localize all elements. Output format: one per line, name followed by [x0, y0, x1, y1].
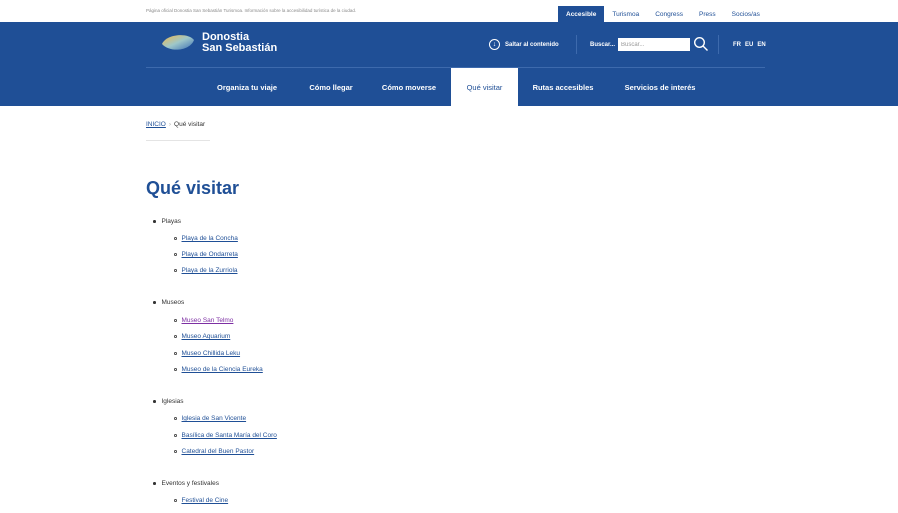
category-eventos-y-festivales: Eventos y festivales: [153, 480, 219, 487]
list-item: Iglesia de San Vicente: [174, 415, 247, 422]
link-museo-aquarium[interactable]: Museo Aquarium: [182, 333, 231, 340]
category-museos: Museos: [153, 299, 185, 306]
link-museo-de-la-ciencia-eureka[interactable]: Museo de la Ciencia Eureka: [182, 366, 263, 373]
link-playa-de-la-zurriola[interactable]: Playa de la Zurriola: [182, 267, 238, 274]
list-item: Museo Chillida Leku: [174, 350, 241, 357]
list-item: Festival de Cine: [174, 497, 229, 504]
link-festival-de-cine[interactable]: Festival de Cine: [182, 497, 229, 504]
link-playa-de-la-concha[interactable]: Playa de la Concha: [182, 235, 238, 242]
list-item: Basílica de Santa María del Coro: [174, 432, 277, 439]
link-playa-de-ondarreta[interactable]: Playa de Ondarreta: [182, 251, 238, 258]
category-playas: Playas: [153, 218, 182, 225]
list-item: Playa de Ondarreta: [174, 251, 238, 258]
content-list: Playas Playa de la Concha Playa de Ondar…: [0, 0, 898, 513]
list-item: Museo Aquarium: [174, 333, 231, 340]
link-iglesia-de-san-vicente[interactable]: Iglesia de San Vicente: [182, 415, 247, 422]
link-basilica-santa-maria-del-coro[interactable]: Basílica de Santa María del Coro: [182, 432, 277, 439]
list-item: Playa de la Concha: [174, 235, 238, 242]
link-catedral-del-buen-pastor[interactable]: Catedral del Buen Pastor: [182, 448, 255, 455]
list-item: Catedral del Buen Pastor: [174, 448, 255, 455]
category-iglesias: Iglesias: [153, 398, 184, 405]
list-item: Museo San Telmo: [174, 317, 234, 324]
list-item: Playa de la Zurriola: [174, 267, 238, 274]
link-museo-chillida-leku[interactable]: Museo Chillida Leku: [182, 350, 241, 357]
link-museo-san-telmo[interactable]: Museo San Telmo: [182, 317, 234, 324]
list-item: Museo de la Ciencia Eureka: [174, 366, 263, 373]
